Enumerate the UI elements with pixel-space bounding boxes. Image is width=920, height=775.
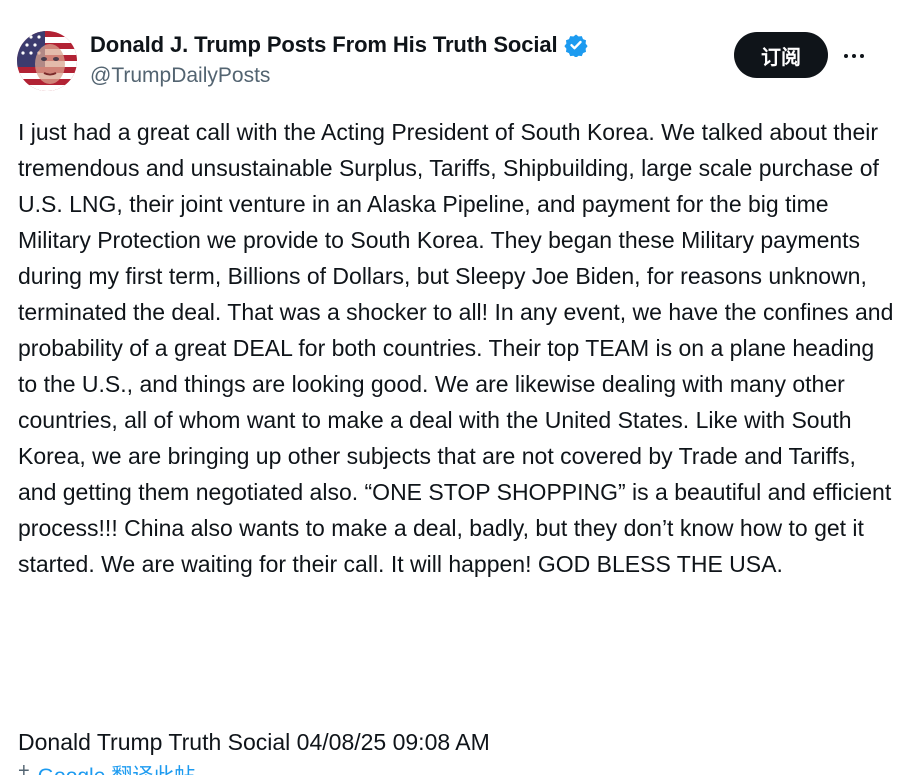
author-handle[interactable]: @TrumpDailyPosts (90, 64, 270, 88)
verified-badge-icon[interactable] (563, 33, 588, 58)
post-text: I just had a great call with the Acting … (18, 119, 894, 577)
author-display-name[interactable]: Donald J. Trump Posts From His Truth Soc… (90, 32, 558, 58)
post-source-line: Donald Trump Truth Social 04/08/25 09:08… (18, 729, 490, 755)
post-card: Donald J. Trump Posts From His Truth Soc… (0, 0, 920, 775)
more-options-icon[interactable] (838, 40, 870, 72)
more-dot (844, 54, 848, 58)
translate-row[interactable]: + Google 翻译此帖 (18, 760, 195, 775)
subscribe-button[interactable]: 订阅 (734, 32, 828, 78)
flag-face-avatar-icon[interactable] (17, 31, 77, 91)
translate-link[interactable]: Google 翻译此帖 (38, 760, 196, 775)
plus-icon: + (18, 760, 30, 775)
author-name-row: Donald J. Trump Posts From His Truth Soc… (90, 32, 588, 58)
more-dot (860, 54, 864, 58)
more-dot (852, 54, 856, 58)
